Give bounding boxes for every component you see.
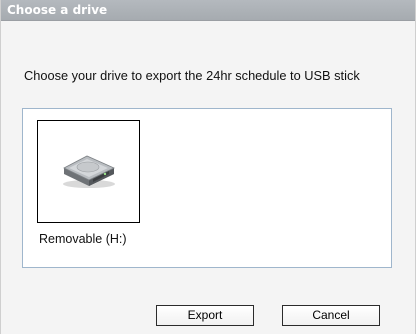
cancel-button[interactable]: Cancel: [282, 305, 380, 326]
dialog-title: Choose a drive: [7, 3, 108, 17]
drive-item-removable-h[interactable]: [37, 120, 140, 223]
drive-label-removable-h: Removable (H:): [39, 232, 127, 246]
title-bar[interactable]: Choose a drive: [1, 0, 415, 21]
choose-drive-dialog: Choose a drive Choose your drive to expo…: [0, 0, 416, 334]
removable-drive-icon: [63, 155, 115, 188]
export-button[interactable]: Export: [156, 305, 254, 326]
instruction-text: Choose your drive to export the 24hr sch…: [24, 68, 360, 83]
drive-list-panel: Removable (H:): [22, 108, 392, 268]
